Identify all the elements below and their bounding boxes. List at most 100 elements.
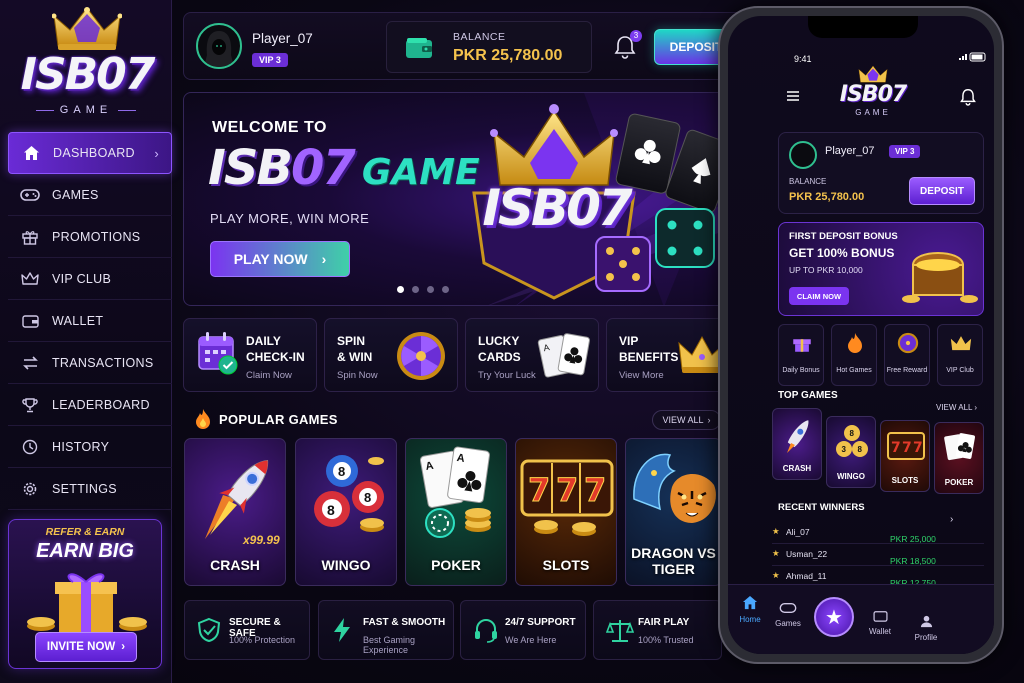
top-bar: Player_07 VIP 3 BALANCE PKR 25,780.00 3 … [183, 12, 749, 80]
shortcut-label: Hot Games [836, 367, 872, 374]
svg-text:7: 7 [584, 471, 606, 509]
sidebar-item-promotions[interactable]: PROMOTIONS [8, 216, 172, 258]
play-now-button[interactable]: PLAY NOW › [210, 241, 350, 277]
quick-action-title-line: SPIN [337, 334, 366, 348]
sidebar-item-wallet[interactable]: WALLET [8, 300, 172, 342]
sidebar-item-transactions[interactable]: TRANSACTIONS [8, 342, 172, 384]
slot-machine-icon: 777 [887, 432, 925, 460]
quick-action-daily-checkin[interactable]: DAILY CHECK-IN Claim Now [183, 318, 317, 392]
sidebar-nav: DASHBOARD › GAMES PROMOTIONS VIP CLUB WA… [8, 132, 172, 510]
hero-title-part-b: 07 [291, 140, 356, 196]
carousel-dot[interactable] [397, 286, 404, 293]
sidebar-item-label: LEADERBOARD [52, 397, 150, 412]
phone-player-card: Player_07 VIP 3 BALANCE PKR 25,780.00 DE… [778, 132, 984, 214]
avatar[interactable] [196, 23, 242, 69]
phone-game-slots[interactable]: 777 SLOTS [880, 420, 930, 492]
phone-game-name: POKER [944, 478, 974, 487]
carousel-dot[interactable] [442, 286, 449, 293]
tab-label: Profile [914, 633, 938, 642]
claim-now-button[interactable]: CLAIM NOW [789, 287, 849, 305]
quick-action-spin-win[interactable]: SPIN & WIN Spin Now [324, 318, 458, 392]
view-all-button[interactable]: VIEW ALL › [652, 410, 721, 430]
phone-game-crash[interactable]: CRASH [772, 408, 822, 480]
phone-game-poker[interactable]: POKER [934, 422, 984, 494]
sidebar-item-vip-club[interactable]: VIP CLUB [8, 258, 172, 300]
wheel-icon [897, 332, 919, 354]
shortcut-vip-club[interactable]: VIP Club [937, 324, 983, 386]
sidebar-item-games[interactable]: GAMES [8, 174, 172, 216]
svg-text:8: 8 [327, 502, 335, 518]
balance-label: BALANCE [453, 31, 506, 43]
game-card-dragon-tiger[interactable]: DRAGON VS TIGER [625, 438, 722, 586]
phone-bonus-banner[interactable]: FIRST DEPOSIT BONUS GET 100% BONUS UP TO… [778, 222, 984, 316]
svg-text:3: 3 [842, 445, 847, 454]
brand-logo[interactable]: ISB07 GAME [8, 6, 164, 124]
phone-balance-label: BALANCE [789, 177, 827, 186]
sidebar-item-history[interactable]: HISTORY [8, 426, 172, 468]
shortcut-free-reward[interactable]: Free Reward [884, 324, 930, 386]
hero-title: ISB07 GAME [208, 139, 480, 202]
phone-view-all[interactable]: VIEW ALL › [936, 403, 977, 412]
feature-support: 24/7 SUPPORT We Are Here [460, 600, 586, 660]
sidebar: ISB07 GAME DASHBOARD › GAMES PROMOTIONS [0, 0, 172, 683]
bonus-line-3: UP TO PKR 10,000 [789, 265, 863, 275]
tab-profile[interactable]: Profile [904, 615, 948, 642]
refer-subtitle: REFER & EARN [45, 526, 125, 538]
hero-title-part-a: ISB [208, 140, 293, 196]
gift-icon [793, 339, 811, 352]
wallet-icon [406, 38, 432, 58]
shortcut-label: Free Reward [886, 367, 928, 374]
quick-action-lucky-cards[interactable]: LUCKY CARDS Try Your Luck A [465, 318, 599, 392]
game-name: POKER [431, 557, 481, 573]
winner-name: Ahmad_11 [786, 571, 827, 581]
tab-games[interactable]: Games [766, 601, 810, 628]
carousel-dot[interactable] [427, 286, 434, 293]
star-icon: ★ [772, 526, 780, 536]
balance-box: BALANCE PKR 25,780.00 [386, 21, 592, 73]
crash-multiplier: x99.99 [243, 533, 280, 547]
feature-title: FAIR PLAY [638, 617, 690, 628]
hero-welcome: WELCOME TO [212, 119, 327, 136]
quick-action-title-line: CARDS [478, 350, 521, 364]
phone-brand-logo[interactable]: ISB07 GAME [828, 64, 918, 124]
avatar[interactable] [789, 141, 817, 169]
wheel-icon [397, 332, 445, 380]
bell-icon[interactable] [960, 88, 976, 106]
game-name: SLOTS [542, 557, 590, 573]
wallet-icon [20, 311, 40, 331]
history-icon [20, 437, 40, 457]
invite-now-button[interactable]: INVITE NOW › [35, 632, 137, 662]
wallet-icon [872, 611, 888, 622]
home-icon [742, 595, 758, 610]
game-name: DRAGON VS TIGER [631, 545, 716, 577]
quick-action-vip-benefits[interactable]: VIP BENEFITS View More [606, 318, 734, 392]
game-card-wingo[interactable]: 8 8 8 WINGO [295, 438, 397, 586]
cards-icon: A [537, 333, 590, 378]
quick-action-title: VIP BENEFITS [619, 333, 678, 365]
hero-banner[interactable]: WELCOME TO ISB07 GAME PLAY MORE, WIN MORE… [183, 92, 749, 306]
carousel-dot[interactable] [412, 286, 419, 293]
vip-badge: VIP 3 [252, 53, 288, 67]
phone-deposit-button[interactable]: DEPOSIT [909, 177, 975, 205]
sidebar-item-settings[interactable]: SETTINGS [8, 468, 172, 510]
shortcut-daily-bonus[interactable]: Daily Bonus [778, 324, 824, 386]
game-card-slots[interactable]: 777 SLOTS [515, 438, 617, 586]
game-name: WINGO [321, 557, 371, 573]
tab-center-star[interactable]: ★ [814, 597, 854, 637]
treasure-chest-icon [902, 252, 978, 303]
star-icon: ★ [772, 570, 780, 580]
sidebar-item-dashboard[interactable]: DASHBOARD › [8, 132, 172, 174]
sidebar-item-leaderboard[interactable]: LEADERBOARD [8, 384, 172, 426]
hamburger-menu-icon[interactable] [786, 90, 800, 102]
invite-now-label: INVITE NOW [46, 641, 116, 653]
hooded-avatar-icon [204, 31, 234, 67]
shortcut-hot-games[interactable]: Hot Games [831, 324, 877, 386]
tab-label: Games [775, 619, 801, 628]
game-card-poker[interactable]: A A POKER [405, 438, 507, 586]
chevron-right-icon: › [121, 641, 126, 653]
game-card-crash[interactable]: x99.99 CRASH [184, 438, 286, 586]
tab-wallet[interactable]: Wallet [858, 609, 902, 636]
phone-game-wingo[interactable]: 838 WINGO [826, 416, 876, 488]
quick-action-subtitle: Claim Now [246, 370, 292, 381]
dragon-tiger-icon [633, 453, 716, 523]
